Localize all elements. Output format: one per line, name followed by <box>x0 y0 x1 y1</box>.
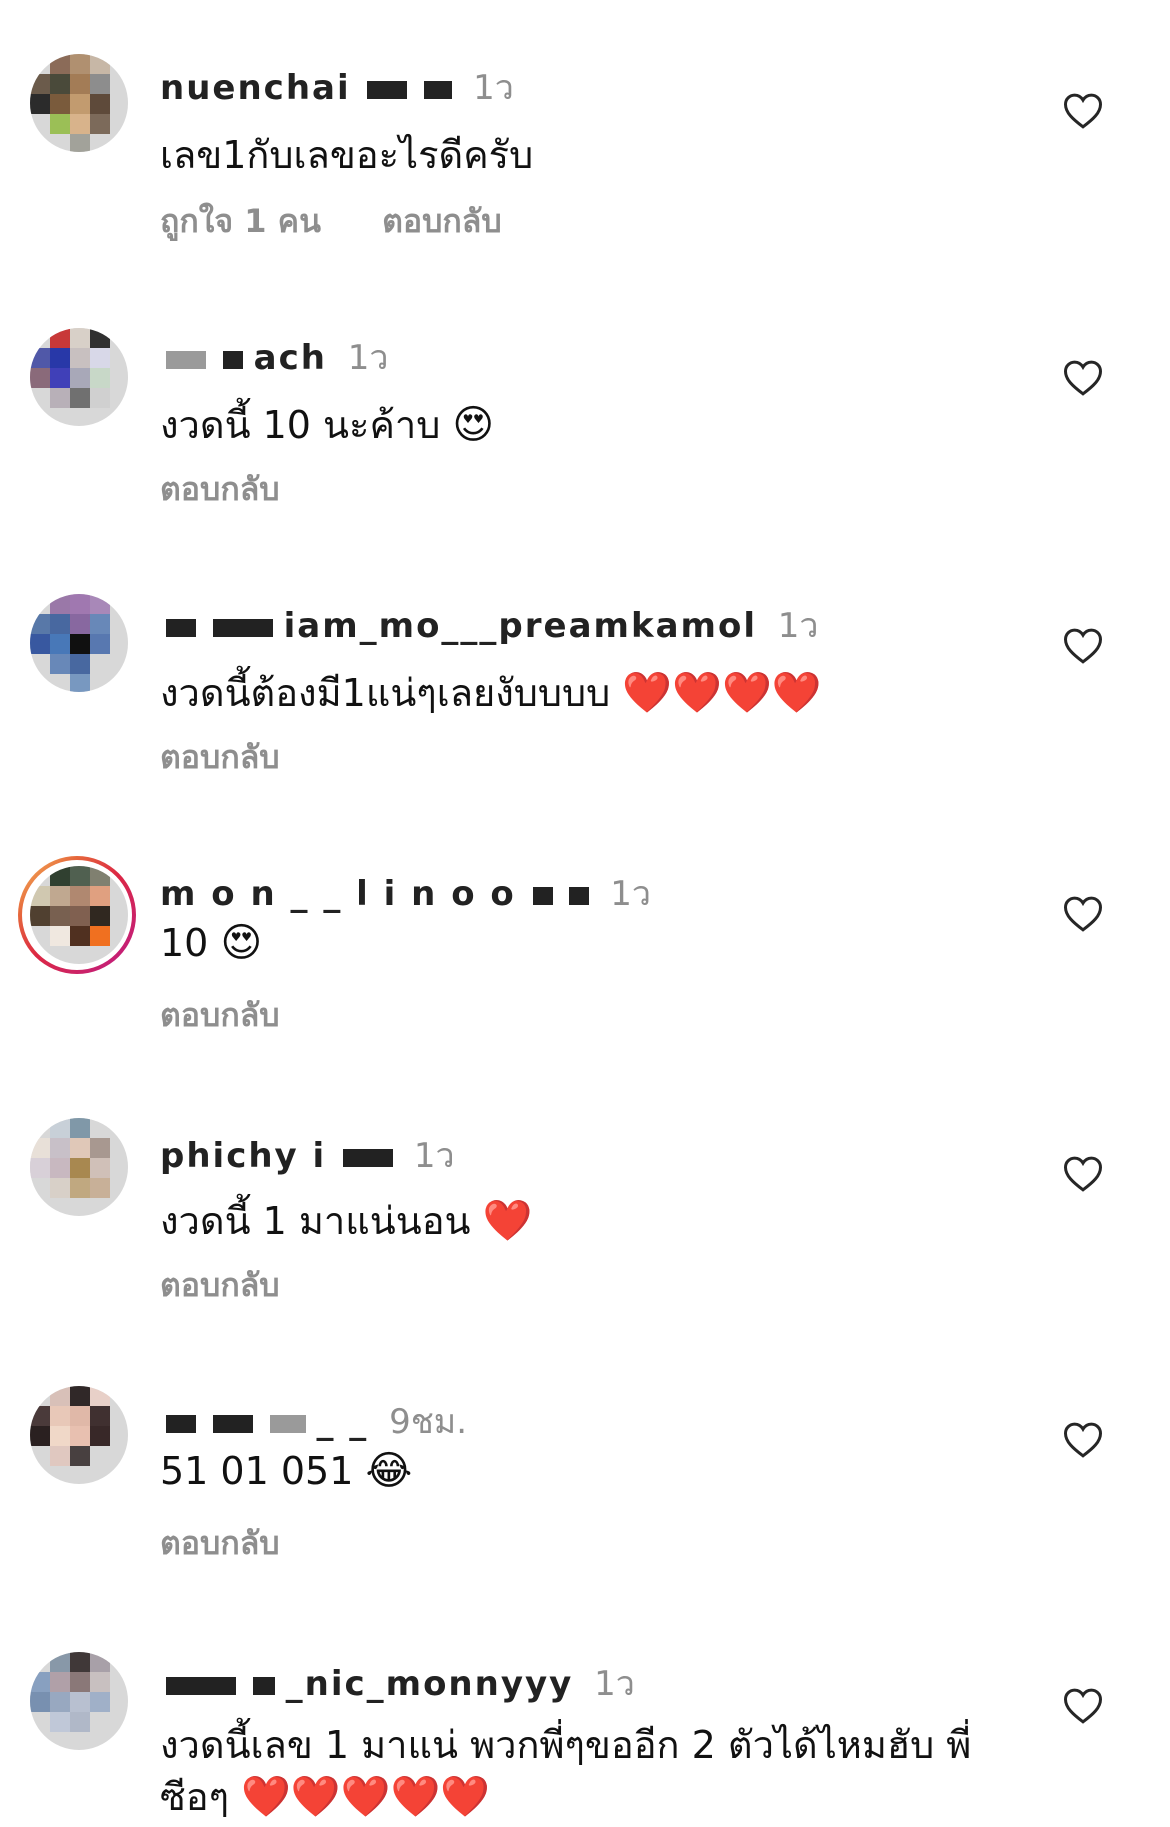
comment-text: เลข1กับเลขอะไรดีครับ <box>160 124 533 185</box>
avatar[interactable] <box>30 1652 128 1750</box>
comment-item: phichy i 1ว งวดนี้ 1 มาแน่นอน ❤️ ตอบกลับ <box>0 1066 1170 1306</box>
comment-actions: ตอบกลับ <box>160 1260 280 1311</box>
reply-button[interactable]: ตอบกลับ <box>160 470 280 508</box>
comment-meta: iam_mo___preamkamol 1ว <box>160 598 819 652</box>
comment-item: ach 1ว งวดนี้ 10 นะค้าบ 😍 ตอบกลับ <box>0 268 1170 508</box>
comment-text: 10 😍 <box>160 920 262 966</box>
reply-button[interactable]: ตอบกลับ <box>160 1266 280 1304</box>
reply-button[interactable]: ตอบกลับ <box>160 996 280 1034</box>
comment-text: งวดนี้ต้องมี1แน่ๆเลยงับบบบ ❤️❤️❤️❤️ <box>160 662 822 723</box>
username[interactable]: _ _ <box>316 1402 368 1442</box>
emoji: ❤️❤️❤️❤️ <box>622 670 822 716</box>
comment-meta: _ _ 9ชม. <box>160 1394 467 1448</box>
comment-item: nuenchai 1ว เลข1กับเลขอะไรดีครับ ถูกใจ 1… <box>0 0 1170 240</box>
comment-body: 10 <box>160 921 209 965</box>
comment-text: งวดนี้ 1 มาแน่นอน ❤️ <box>160 1190 532 1251</box>
emoji: 😂 <box>365 1448 413 1494</box>
comment-actions: ตอบกลับ <box>160 1518 280 1569</box>
comment-meta: phichy i 1ว <box>160 1128 455 1182</box>
comment-item: m o n _ _ l i n o o 1ว 10 😍 ตอบกลับ <box>0 804 1170 1044</box>
avatar[interactable] <box>30 1386 128 1484</box>
username[interactable]: _nic_monnyyy <box>286 1664 574 1704</box>
comment-item: _ _ 9ชม. 51 01 051 😂 ตอบกลับ <box>0 1330 1170 1570</box>
redaction-block <box>424 80 453 99</box>
redaction-block <box>343 1148 394 1167</box>
comment-body-continued: ซีอๆ <box>160 1775 230 1819</box>
timestamp: 9ชม. <box>389 1402 468 1442</box>
redaction-block <box>252 1676 275 1695</box>
comment-text: 51 01 051 😂 <box>160 1448 412 1494</box>
comment-body: งวดนี้ 10 นะค้าบ <box>160 403 441 447</box>
reply-button[interactable]: ตอบกลับ <box>160 1524 280 1562</box>
heart-icon[interactable] <box>1063 895 1103 933</box>
timestamp: 1ว <box>413 1136 455 1176</box>
avatar[interactable] <box>30 866 128 964</box>
redaction-block <box>166 1414 196 1433</box>
emoji: ❤️ <box>482 1198 533 1244</box>
avatar[interactable] <box>30 54 128 152</box>
comment-body: งวดนี้ 1 มาแน่นอน <box>160 1199 471 1243</box>
redaction-block <box>166 350 206 369</box>
timestamp: 1ว <box>347 338 389 378</box>
redaction-block <box>222 350 243 369</box>
comment-actions: ตอบกลับ <box>160 732 280 783</box>
avatar[interactable] <box>30 594 128 692</box>
username[interactable]: iam_mo___preamkamol <box>284 606 757 646</box>
heart-icon[interactable] <box>1063 627 1103 665</box>
heart-icon[interactable] <box>1063 359 1103 397</box>
redaction-block <box>367 80 408 99</box>
redaction-block <box>269 1414 306 1433</box>
timestamp: 1ว <box>594 1664 635 1704</box>
comment-meta: ach 1ว <box>160 330 388 384</box>
comment-actions: ถูกใจ 1 คน ตอบกลับ <box>160 196 502 247</box>
comment-body: งวดนี้ต้องมี1แน่ๆเลยงับบบบ <box>160 671 611 715</box>
emoji: ❤️❤️❤️❤️❤️ <box>241 1774 491 1820</box>
reply-button[interactable]: ตอบกลับ <box>382 202 502 240</box>
comment-actions: ตอบกลับ <box>160 464 280 515</box>
username[interactable]: nuenchai <box>160 68 351 108</box>
redaction-block <box>532 886 553 905</box>
comment-text: งวดนี้ 10 นะค้าบ 😍 <box>160 394 494 455</box>
likes-count-link[interactable]: ถูกใจ 1 คน <box>160 202 321 240</box>
timestamp: 1ว <box>473 68 514 108</box>
comment-actions: ตอบกลับ <box>160 990 280 1041</box>
emoji: 😍 <box>220 920 263 966</box>
redaction-block <box>166 1676 236 1695</box>
redaction-block <box>166 618 196 637</box>
heart-icon[interactable] <box>1063 1155 1103 1193</box>
username[interactable]: m o n _ _ l i n o o <box>160 874 516 914</box>
heart-icon[interactable] <box>1063 1421 1103 1459</box>
comment-item: iam_mo___preamkamol 1ว งวดนี้ต้องมี1แน่ๆ… <box>0 536 1170 776</box>
timestamp: 1ว <box>610 874 651 914</box>
avatar[interactable] <box>30 1118 128 1216</box>
comment-meta: _nic_monnyyy 1ว <box>160 1656 635 1710</box>
avatar[interactable] <box>30 328 128 426</box>
comment-text-line2: ซีอๆ ❤️❤️❤️❤️❤️ <box>160 1766 490 1827</box>
comment-body: 51 01 051 <box>160 1449 354 1493</box>
comment-meta: m o n _ _ l i n o o 1ว <box>160 866 651 920</box>
heart-icon[interactable] <box>1063 92 1103 130</box>
reply-button[interactable]: ตอบกลับ <box>160 738 280 776</box>
comment-body: งวดนี้เลข 1 มาแน่ พวกพี่ๆขออีก 2 ตัวได้ไ… <box>160 1723 972 1767</box>
redaction-block <box>212 618 273 637</box>
username[interactable]: phichy i <box>160 1136 326 1176</box>
comment-body: เลข1กับเลขอะไรดีครับ <box>160 133 534 177</box>
comment-meta: nuenchai 1ว <box>160 60 514 114</box>
redaction-block <box>569 886 590 905</box>
redaction-block <box>212 1414 253 1433</box>
emoji: 😍 <box>452 402 495 448</box>
heart-icon[interactable] <box>1063 1687 1103 1725</box>
comment-item: _nic_monnyyy 1ว งวดนี้เลข 1 มาแน่ พวกพี่… <box>0 1596 1170 1820</box>
username[interactable]: ach <box>254 338 327 378</box>
timestamp: 1ว <box>777 606 819 646</box>
